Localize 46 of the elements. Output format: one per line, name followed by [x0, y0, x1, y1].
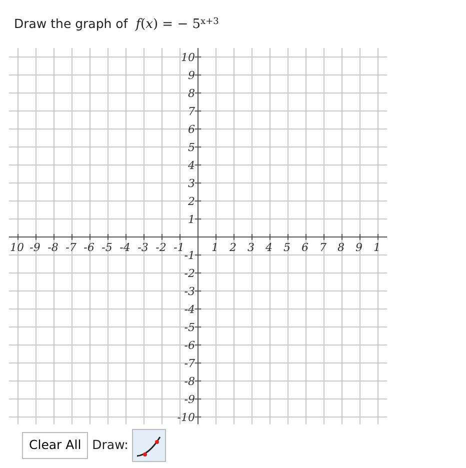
x-tick-label: 7	[320, 241, 326, 254]
x-tick-label: 9	[356, 241, 362, 254]
y-tick-label: -6	[184, 339, 195, 352]
y-tick-label: 6	[188, 123, 195, 136]
y-tick-label: -9	[184, 393, 195, 406]
x-tick-label: 10	[10, 241, 24, 254]
x-tick-label: -9	[30, 241, 40, 254]
y-tick-label: -1	[184, 249, 195, 262]
y-tick-label: -8	[184, 375, 195, 388]
x-tick-label: 5	[284, 241, 290, 254]
x-tick-label: -5	[102, 241, 112, 254]
prompt-text: Draw the graph of	[14, 15, 128, 33]
graph-grid[interactable]: 10 -9 -8 -7 -6 -5 -4 -3 -2 -1 1 2 3 4 5 6 7 8 9 1 10 9 8 7 6 5 4 3 2 1 -1 -2 -3 -4 -5 -6 -7 -8 -9 -10	[0, 40, 390, 426]
x-tick-label: -8	[48, 241, 58, 254]
y-tick-label: 8	[188, 87, 195, 100]
x-tick-label: -1	[174, 241, 184, 254]
y-tick-label: 1	[188, 213, 195, 226]
y-tick-label: -5	[184, 321, 195, 334]
y-tick-label: 5	[188, 141, 195, 154]
formula: f(x) = − 5$^{x+3}$	[136, 16, 219, 34]
clear-all-button[interactable]: Clear All	[22, 432, 88, 459]
y-tick-label: 9	[188, 69, 195, 82]
x-tick-label: -6	[84, 241, 94, 254]
y-tick-label: -4	[184, 303, 195, 316]
y-tick-label: -3	[184, 285, 195, 298]
x-tick-label: 1	[374, 241, 380, 254]
y-tick-label: -7	[184, 357, 195, 370]
x-tick-label: -7	[66, 241, 76, 254]
y-tick-label: -10	[177, 411, 195, 424]
y-tick-label: -2	[184, 267, 195, 280]
x-tick-label: -3	[138, 241, 148, 254]
x-tick-label: -4	[120, 241, 130, 254]
x-tick-label: 3	[248, 241, 254, 254]
draw-curve-tool-button[interactable]	[132, 429, 166, 462]
x-tick-label: 4	[266, 241, 272, 254]
draw-label: Draw:	[92, 436, 128, 454]
x-tick-label: 6	[302, 241, 308, 254]
x-tick-label: 8	[338, 241, 344, 254]
y-tick-label: 10	[181, 51, 195, 64]
y-tick-label: 3	[188, 177, 195, 190]
y-tick-label: 7	[188, 105, 195, 118]
y-tick-label: 4	[188, 159, 195, 172]
y-tick-label: 2	[188, 195, 195, 208]
x-tick-label: -2	[156, 241, 166, 254]
x-tick-label: 2	[230, 241, 236, 254]
x-tick-label: 1	[212, 241, 218, 254]
